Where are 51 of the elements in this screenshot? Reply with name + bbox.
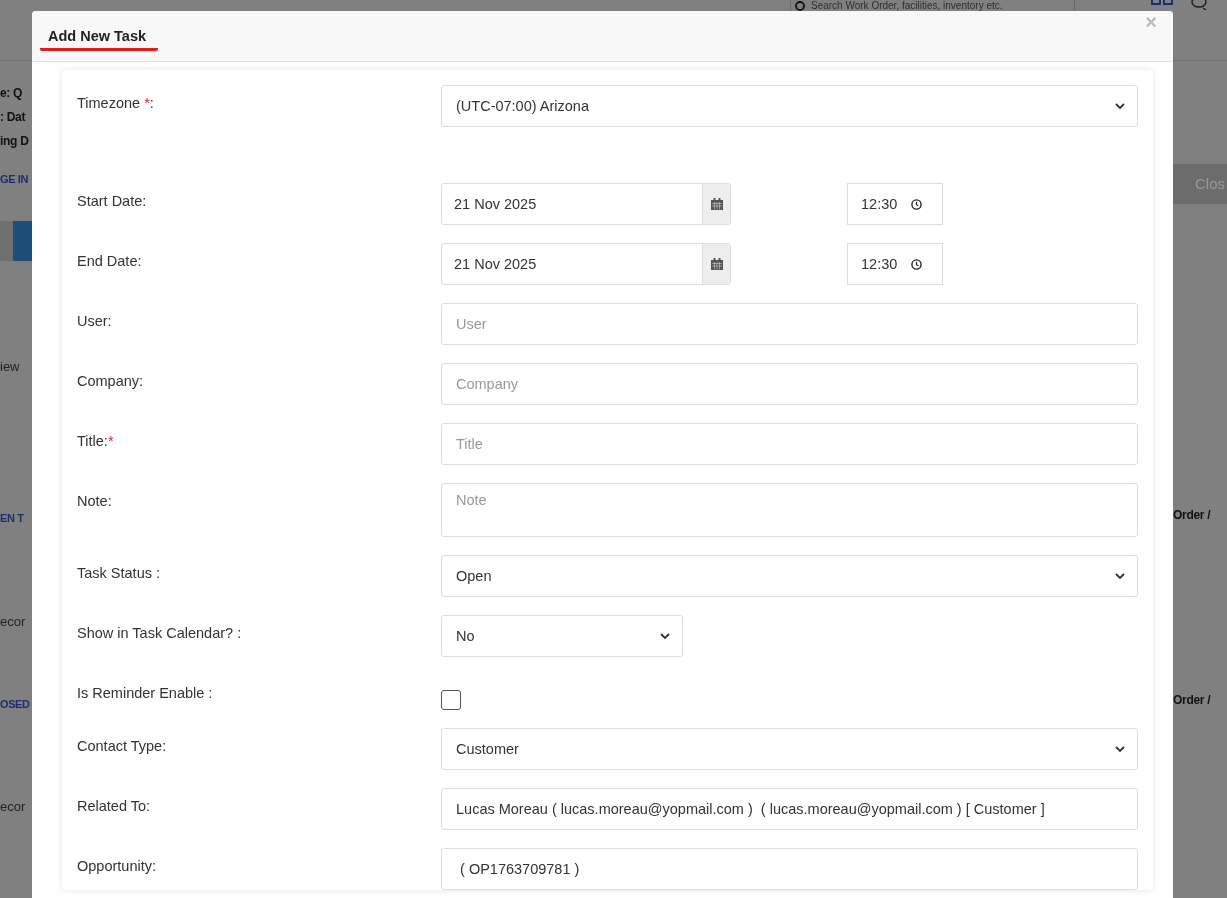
input-field[interactable]: Title [441,423,1138,465]
field-label: Order / [1173,507,1211,524]
background-text: ecor [0,613,26,631]
field-label: User: [77,312,113,329]
date-field[interactable]: 21 Nov 2025 [441,183,731,225]
field-label: Opportunity: [77,857,157,874]
field-label: Related To: [77,797,152,814]
time-field[interactable]: 12:30 [847,183,943,225]
background-text: ecor [0,798,26,816]
field-label: Timezone *: [77,94,155,111]
field-label: Start Date: [77,192,148,209]
input-field[interactable]: User [441,303,1138,345]
section-heading: GE IN [0,172,28,187]
input-field[interactable]: ( OP1763709781 ) [441,848,1138,890]
chevron-down-icon [1115,745,1125,753]
calendar-icon [710,198,723,210]
select-field[interactable]: Customer [441,728,1138,770]
field-label: ing D [0,133,29,150]
background-text: iew [0,358,20,376]
field-label: Title:* [77,432,115,449]
field-label: Contact Type: [77,737,168,754]
select-field[interactable]: No [441,615,683,657]
search-field[interactable]: Search Work Order, facilities, inventory etc. [790,0,1075,11]
chevron-down-icon [1115,102,1125,110]
textarea-field[interactable]: Note [441,483,1138,537]
field-label: End Date: [77,252,143,269]
input-field[interactable]: Lucas Moreau ( lucas.moreau@yopmail.com ) ( lucas.moreau@yopmail.com ) [ Customer ] [441,788,1138,830]
section-heading: EN T [0,511,24,526]
time-field[interactable]: 12:30 [847,243,943,285]
field-label: : Dat [0,109,26,126]
clock-icon [911,198,923,210]
step-bar [0,221,32,261]
dialog-title: Add New Task [40,27,159,51]
chevron-down-icon [660,632,670,640]
input-field[interactable]: Company [441,363,1138,405]
date-field[interactable]: 21 Nov 2025 [441,243,731,285]
select-field[interactable]: Open [441,555,1138,597]
checkbox[interactable] [441,690,461,710]
calendar-icon [710,258,723,270]
search-icon [795,0,805,11]
field-label: Note: [77,492,113,509]
chevron-down-icon [1115,572,1125,580]
field-label: Show in Task Calendar? : [77,624,243,641]
field-label: Task Status : [77,564,161,581]
field-label: Is Reminder Enable : [77,684,214,701]
field-label: Order / [1173,692,1211,709]
clock-icon [911,258,923,270]
section-heading: OSED [0,697,30,712]
select-field[interactable]: (UTC-07:00) Arizona [441,85,1138,127]
field-label: e: Q [0,85,23,102]
field-label: Company: [77,372,145,389]
